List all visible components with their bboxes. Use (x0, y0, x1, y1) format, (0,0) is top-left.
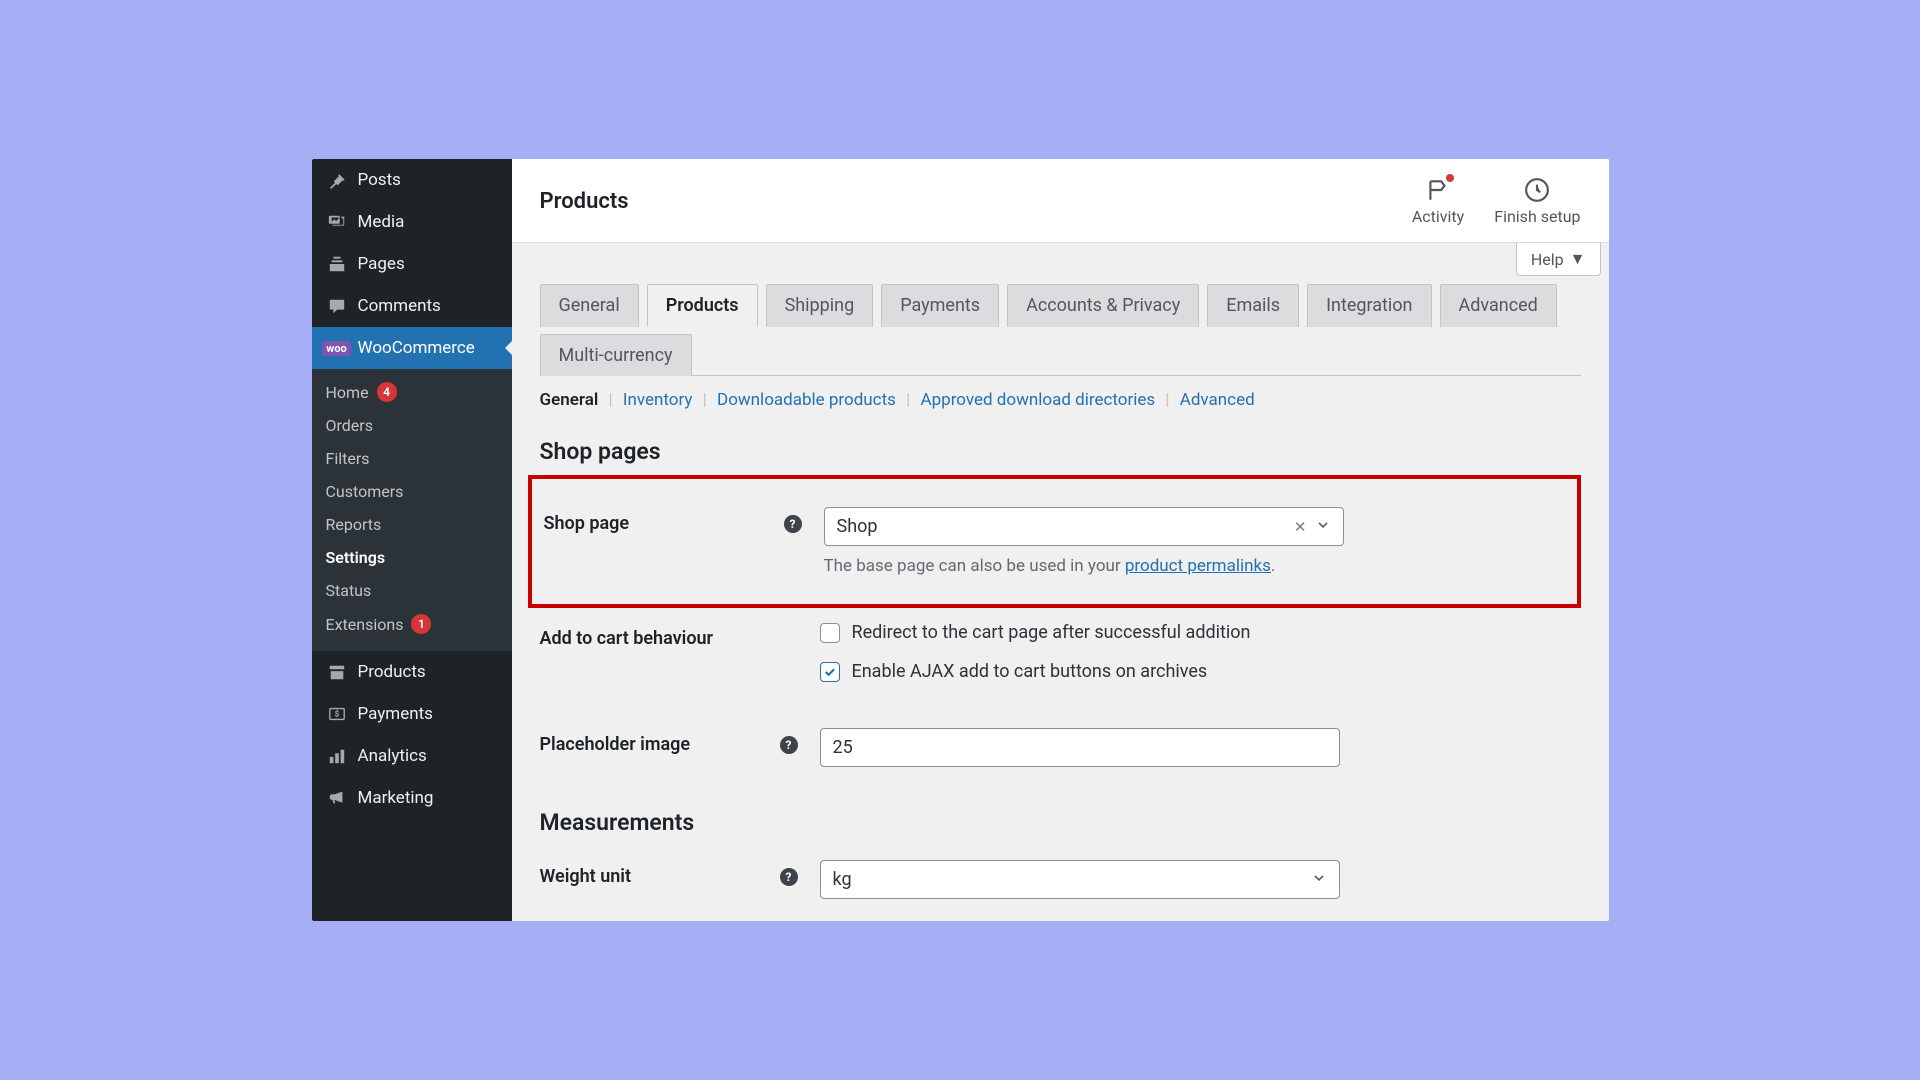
tab-general[interactable]: General (540, 284, 639, 327)
subsection-inventory[interactable]: Inventory (623, 390, 693, 410)
svg-text:$: $ (334, 709, 339, 719)
sidebar-item-products[interactable]: Products (312, 651, 512, 693)
section-shop-pages-title: Shop pages (540, 438, 1581, 465)
bar-chart-icon (326, 745, 348, 767)
sidebar-item-pages[interactable]: Pages (312, 243, 512, 285)
redirect-label: Redirect to the cart page after successf… (852, 622, 1251, 643)
settings-content: General Products Shipping Payments Accou… (512, 276, 1609, 921)
activity-button[interactable]: Activity (1412, 177, 1464, 226)
header-actions: Activity Finish setup (1412, 177, 1581, 226)
sidebar-item-analytics[interactable]: Analytics (312, 735, 512, 777)
sidebar-subitem-reports[interactable]: Reports (312, 508, 512, 541)
sidebar-subitem-home[interactable]: Home 4 (312, 375, 512, 409)
clear-icon[interactable]: ✕ (1294, 518, 1307, 536)
sidebar-subitem-filters[interactable]: Filters (312, 442, 512, 475)
sidebar-item-label: Pages (358, 254, 405, 274)
sidebar-subitem-customers[interactable]: Customers (312, 475, 512, 508)
sidebar-item-marketing[interactable]: Marketing (312, 777, 512, 819)
sidebar-item-label: WooCommerce (358, 338, 475, 358)
megaphone-icon (326, 787, 348, 809)
sidebar-item-label: Marketing (358, 788, 434, 808)
caret-down-icon: ▼ (1570, 249, 1586, 269)
shop-page-select[interactable]: Shop ✕ (824, 507, 1344, 546)
subsection-nav: General | Inventory | Downloadable produ… (540, 390, 1581, 410)
archive-icon (326, 661, 348, 683)
help-icon[interactable]: ? (780, 868, 798, 886)
sidebar-subitem-settings[interactable]: Settings (312, 541, 512, 574)
woocommerce-icon: woo (326, 337, 348, 359)
header-bar: Products Activity Finish setup (512, 159, 1609, 243)
flag-icon (1425, 177, 1451, 203)
sidebar-item-label: Products (358, 662, 426, 682)
help-row: Help ▼ (512, 243, 1609, 276)
tab-products[interactable]: Products (647, 284, 758, 327)
main-content: Products Activity Finish setup (512, 159, 1609, 921)
sidebar-item-label: Analytics (358, 746, 427, 766)
shop-page-label: Shop page ? (544, 507, 824, 534)
notification-dot (1446, 174, 1454, 182)
count-badge: 4 (377, 382, 397, 402)
count-badge: 1 (411, 614, 431, 634)
subsection-downloadable[interactable]: Downloadable products (717, 390, 896, 410)
tab-emails[interactable]: Emails (1207, 284, 1299, 327)
tab-integration[interactable]: Integration (1307, 284, 1431, 327)
comment-icon (326, 295, 348, 317)
tab-shipping[interactable]: Shipping (766, 284, 874, 327)
sidebar-item-comments[interactable]: Comments (312, 285, 512, 327)
sidebar-item-woocommerce[interactable]: woo WooCommerce (312, 327, 512, 369)
finish-setup-button[interactable]: Finish setup (1494, 177, 1580, 226)
redirect-checkbox-row: Redirect to the cart page after successf… (820, 622, 1340, 643)
add-to-cart-label: Add to cart behaviour (540, 622, 820, 649)
media-icon (326, 211, 348, 233)
chevron-down-icon (1311, 869, 1327, 890)
page-title: Products (540, 189, 629, 214)
help-icon[interactable]: ? (780, 736, 798, 754)
sidebar-item-media[interactable]: Media (312, 201, 512, 243)
admin-sidebar: Posts Media Pages Comments woo WooCommer… (312, 159, 512, 921)
ajax-checkbox[interactable] (820, 662, 840, 682)
sidebar-item-label: Media (358, 212, 405, 232)
sidebar-item-payments[interactable]: $ Payments (312, 693, 512, 735)
row-placeholder-image: Placeholder image ? 25 (540, 714, 1581, 781)
pages-icon (326, 253, 348, 275)
shop-page-hint: The base page can also be used in your p… (824, 556, 1344, 576)
weight-unit-select[interactable]: kg (820, 860, 1340, 899)
tab-payments[interactable]: Payments (881, 284, 999, 327)
placeholder-image-label: Placeholder image ? (540, 728, 820, 755)
chevron-down-icon (1315, 516, 1331, 537)
help-icon[interactable]: ? (784, 515, 802, 533)
tab-accounts-privacy[interactable]: Accounts & Privacy (1007, 284, 1199, 327)
subsection-advanced[interactable]: Advanced (1180, 390, 1255, 410)
dollar-icon: $ (326, 703, 348, 725)
row-shop-page: Shop page ? Shop ✕ The base page can a (544, 493, 1565, 590)
redirect-checkbox[interactable] (820, 623, 840, 643)
subsection-approved-directories[interactable]: Approved download directories (921, 390, 1156, 410)
product-permalinks-link[interactable]: product permalinks (1125, 556, 1271, 576)
sidebar-item-posts[interactable]: Posts (312, 159, 512, 201)
pin-icon (326, 169, 348, 191)
clock-icon (1524, 177, 1550, 203)
sidebar-item-label: Comments (358, 296, 441, 316)
help-tab[interactable]: Help ▼ (1516, 243, 1601, 276)
section-measurements-title: Measurements (540, 809, 1581, 836)
subsection-general[interactable]: General (540, 390, 599, 410)
weight-unit-label: Weight unit ? (540, 860, 820, 887)
tab-multi-currency[interactable]: Multi-currency (540, 334, 692, 376)
ajax-label: Enable AJAX add to cart buttons on archi… (852, 661, 1208, 682)
sidebar-subitem-extensions[interactable]: Extensions 1 (312, 607, 512, 641)
tab-advanced[interactable]: Advanced (1440, 284, 1557, 327)
sidebar-submenu: Home 4 Orders Filters Customers Reports … (312, 369, 512, 651)
placeholder-image-input[interactable]: 25 (820, 728, 1340, 767)
sidebar-subitem-status[interactable]: Status (312, 574, 512, 607)
settings-tabs: General Products Shipping Payments Accou… (540, 284, 1581, 376)
row-add-to-cart: Add to cart behaviour Redirect to the ca… (540, 608, 1581, 714)
ajax-checkbox-row: Enable AJAX add to cart buttons on archi… (820, 661, 1340, 682)
highlight-annotation: Shop page ? Shop ✕ The base page can a (528, 475, 1581, 608)
row-weight-unit: Weight unit ? kg (540, 846, 1581, 913)
sidebar-item-label: Payments (358, 704, 433, 724)
sidebar-item-label: Posts (358, 170, 401, 190)
app-window: Posts Media Pages Comments woo WooCommer… (312, 159, 1609, 921)
sidebar-subitem-orders[interactable]: Orders (312, 409, 512, 442)
